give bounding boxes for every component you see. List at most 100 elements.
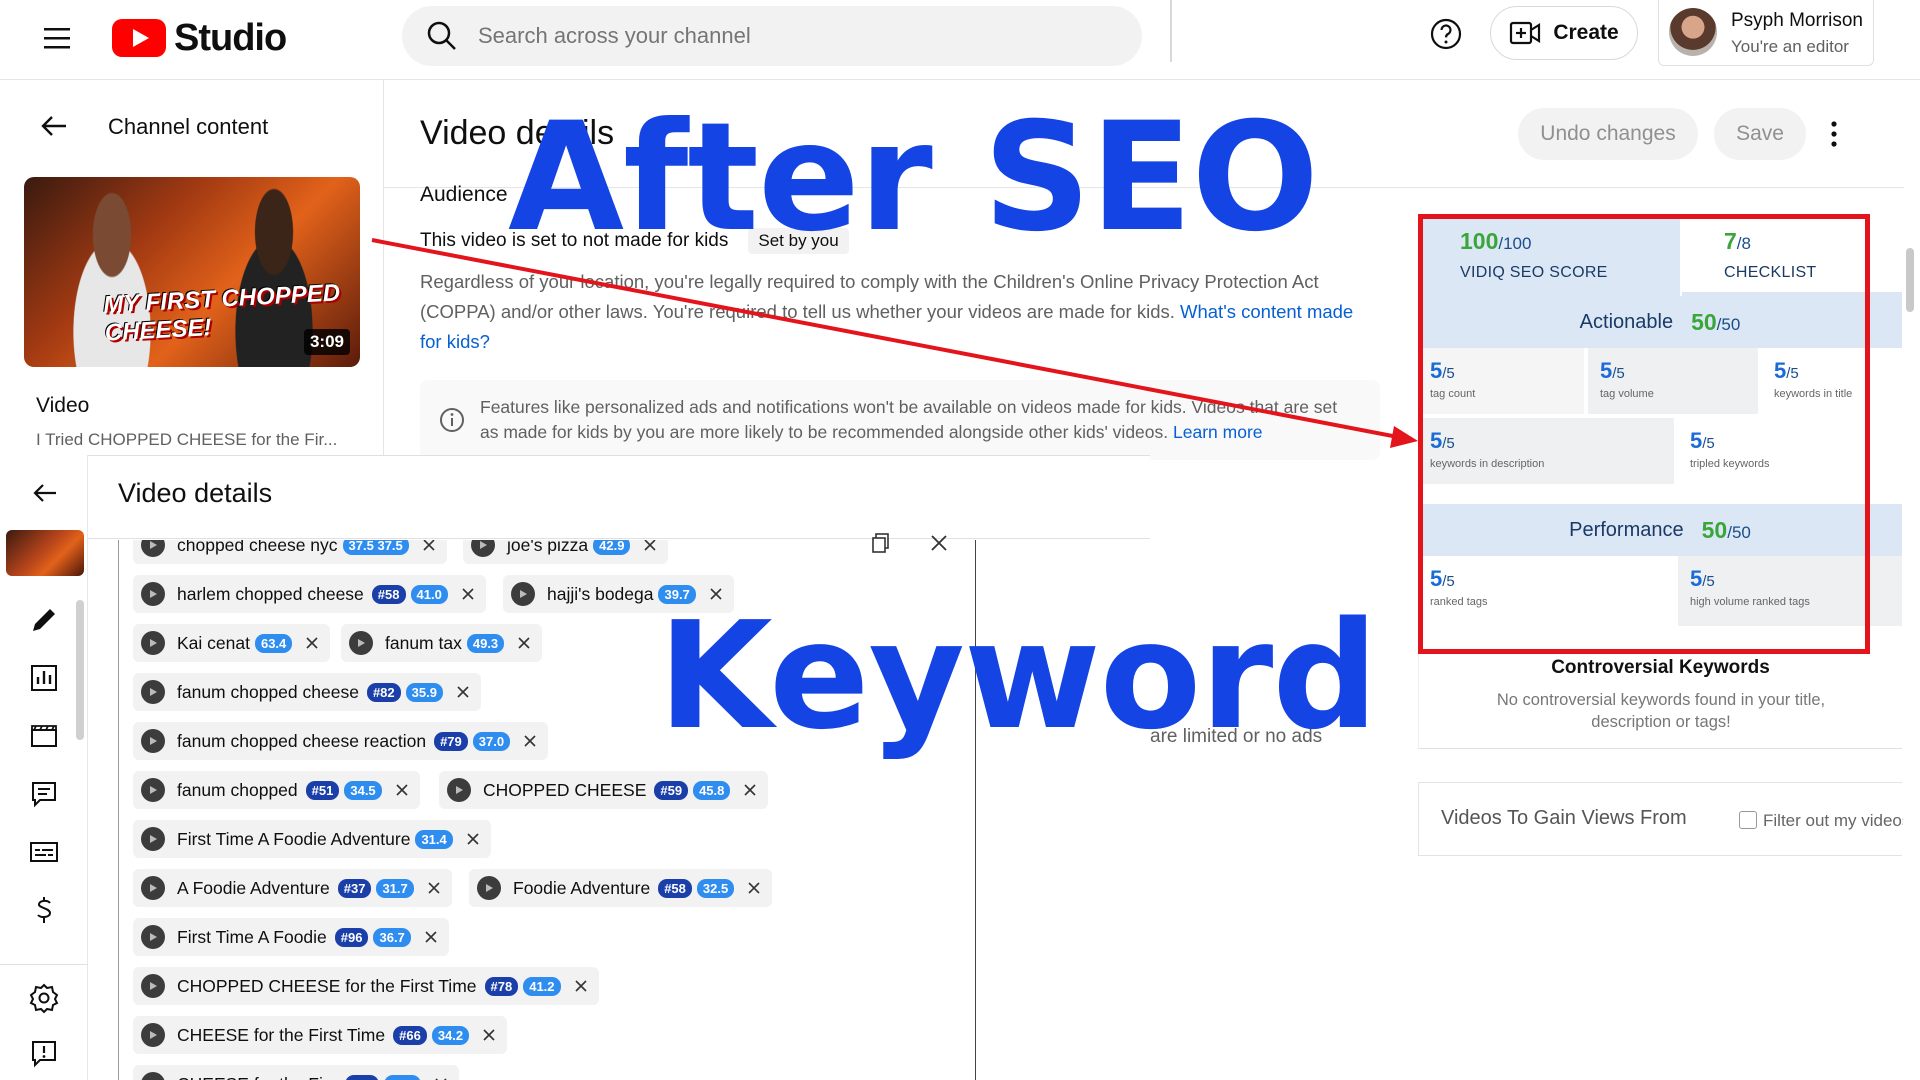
learn-more-link[interactable]: Learn more bbox=[1173, 422, 1263, 442]
tag-text: fanum chopped cheese reaction bbox=[177, 730, 427, 751]
tag-score-badge: 63.4 bbox=[254, 633, 293, 653]
keyword-tag[interactable]: Foodie Adventure #58 32.5 bbox=[469, 869, 773, 907]
remove-tag-icon[interactable] bbox=[742, 782, 758, 798]
details-pencil-icon[interactable] bbox=[26, 602, 62, 638]
help-icon[interactable] bbox=[1424, 12, 1468, 56]
remove-tag-icon[interactable] bbox=[481, 1027, 497, 1043]
video-title: I Tried CHOPPED CHEESE for the Fir... bbox=[36, 430, 338, 449]
tag-play-icon bbox=[141, 540, 165, 557]
keyword-tag[interactable]: fanum chopped cheese reaction #79 37.0 bbox=[133, 722, 549, 760]
keyword-tag[interactable]: Kai cenat 63.4 bbox=[133, 624, 331, 662]
tag-score-badge: 34.2 bbox=[431, 1025, 470, 1045]
settings-gear-icon[interactable] bbox=[26, 980, 62, 1016]
remove-tag-icon[interactable] bbox=[433, 1076, 449, 1080]
lower-panel-title: Video details bbox=[118, 478, 273, 508]
sidebar-divider bbox=[383, 80, 384, 455]
remove-tag-icon[interactable] bbox=[394, 782, 410, 798]
keyword-tag[interactable]: CHEESE for the First Time #66 34.2 bbox=[133, 1016, 508, 1054]
remove-tag-icon[interactable] bbox=[746, 880, 762, 896]
audience-heading: Audience bbox=[420, 183, 508, 206]
keyword-tag[interactable]: fanum tax 49.3 bbox=[341, 624, 543, 662]
tag-score-badge: 31.4 bbox=[415, 829, 453, 849]
channel-content-link[interactable]: Channel content bbox=[108, 114, 268, 140]
tag-rank-badge: #59 bbox=[654, 780, 689, 800]
video-thumbnail[interactable]: MY FIRST CHOPPED CHEESE! 3:09 bbox=[24, 177, 360, 367]
save-button[interactable]: Save bbox=[1714, 108, 1806, 160]
tag-text: CHEESE for the Firs bbox=[177, 1074, 337, 1080]
clear-tags-icon[interactable] bbox=[928, 532, 950, 554]
tag-score-badge: 32.5 bbox=[696, 878, 735, 898]
logo-text: Studio bbox=[174, 16, 287, 59]
remove-tag-icon[interactable] bbox=[421, 540, 437, 553]
tag-score-badge: 41.2 bbox=[523, 976, 561, 996]
tag-play-icon bbox=[141, 827, 165, 851]
tag-text: Kai cenat bbox=[177, 632, 250, 653]
comments-icon[interactable] bbox=[26, 776, 62, 812]
tag-text: First Time A Foodie bbox=[177, 926, 327, 947]
coppa-notice: Regardless of your location, you're lega… bbox=[420, 267, 1360, 357]
tag-score-badge: 41.0 bbox=[410, 584, 448, 604]
info-icon bbox=[440, 408, 464, 432]
gain-views-title: Videos To Gain Views From bbox=[1441, 807, 1687, 829]
remove-tag-icon[interactable] bbox=[642, 540, 658, 553]
tag-rank-badge: #58 bbox=[371, 584, 406, 604]
tag-text: hajji's bodega bbox=[547, 583, 654, 604]
remove-tag-icon[interactable] bbox=[423, 929, 439, 945]
keyword-tag[interactable]: CHEESE for the Firs #37 32.5 bbox=[133, 1065, 460, 1080]
tag-play-icon bbox=[141, 1072, 165, 1080]
rail-video-thumbnail[interactable] bbox=[6, 530, 84, 576]
keyword-tag[interactable]: fanum chopped #51 34.5 bbox=[133, 771, 420, 809]
info-text: Features like personalized ads and notif… bbox=[480, 395, 1360, 445]
create-video-icon bbox=[1510, 21, 1541, 45]
back-arrow-icon[interactable] bbox=[36, 108, 72, 144]
search-bar[interactable] bbox=[402, 6, 1142, 66]
keyword-tag[interactable]: joe's pizza 42.9 bbox=[463, 540, 669, 564]
keyword-tag[interactable]: fanum chopped cheese #82 35.9 bbox=[133, 673, 481, 711]
hamburger-menu-icon[interactable] bbox=[38, 18, 78, 58]
keyword-headline: Keyword bbox=[658, 590, 1378, 762]
create-button[interactable]: Create bbox=[1490, 6, 1638, 60]
search-input[interactable] bbox=[478, 23, 1078, 49]
tag-score-badge: 35.9 bbox=[405, 682, 443, 702]
remove-tag-icon[interactable] bbox=[573, 978, 589, 994]
keyword-tag[interactable]: First Time A Foodie Adventure 31.4 bbox=[133, 820, 491, 858]
copy-tags-icon[interactable] bbox=[870, 532, 892, 554]
remove-tag-icon[interactable] bbox=[455, 684, 471, 700]
tag-play-icon bbox=[511, 582, 535, 606]
filter-checkbox[interactable] bbox=[1739, 811, 1757, 829]
avatar[interactable] bbox=[1669, 8, 1717, 56]
remove-tag-icon[interactable] bbox=[516, 635, 532, 651]
tag-play-icon bbox=[471, 540, 495, 557]
remove-tag-icon[interactable] bbox=[460, 586, 476, 602]
keyword-tag[interactable]: chopped cheese nyc 37.5 37.5 bbox=[133, 540, 447, 564]
remove-tag-icon[interactable] bbox=[426, 880, 442, 896]
undo-changes-button[interactable]: Undo changes bbox=[1518, 108, 1698, 160]
tag-play-icon bbox=[447, 778, 471, 802]
keyword-tag[interactable]: CHOPPED CHEESE for the First Time #78 41.2 bbox=[133, 967, 599, 1005]
editor-clapper-icon[interactable] bbox=[26, 718, 62, 754]
create-label: Create bbox=[1553, 21, 1619, 44]
remove-tag-icon[interactable] bbox=[465, 831, 481, 847]
keyword-tag[interactable]: harlem chopped cheese #58 41.0 bbox=[133, 575, 486, 613]
account-switcher[interactable]: Psyph Morrison You're an editor bbox=[1658, 0, 1874, 66]
keyword-tag[interactable]: First Time A Foodie #96 36.7 bbox=[133, 918, 449, 956]
tag-text: fanum chopped cheese bbox=[177, 681, 359, 702]
video-duration: 3:09 bbox=[303, 329, 350, 355]
remove-tag-icon[interactable] bbox=[522, 733, 538, 749]
studio-logo[interactable]: Studio bbox=[112, 10, 287, 66]
more-options-icon[interactable] bbox=[1826, 118, 1842, 150]
rail-scrollbar[interactable] bbox=[76, 600, 84, 740]
keyword-tag[interactable]: CHOPPED CHEESE #59 45.8 bbox=[439, 771, 769, 809]
keyword-tag[interactable]: A Foodie Adventure #37 31.7 bbox=[133, 869, 452, 907]
tag-play-icon bbox=[141, 778, 165, 802]
vidiq-scrollbar[interactable] bbox=[1906, 248, 1914, 312]
account-role: You're an editor bbox=[1731, 37, 1849, 56]
analytics-icon[interactable] bbox=[26, 660, 62, 696]
tag-play-icon bbox=[141, 729, 165, 753]
tag-rank-badge: #96 bbox=[334, 927, 369, 947]
monetization-dollar-icon[interactable] bbox=[26, 892, 62, 928]
feedback-icon[interactable] bbox=[26, 1036, 62, 1072]
subtitles-icon[interactable] bbox=[26, 834, 62, 870]
remove-tag-icon[interactable] bbox=[304, 635, 320, 651]
rail-back-arrow-icon[interactable] bbox=[28, 476, 62, 510]
